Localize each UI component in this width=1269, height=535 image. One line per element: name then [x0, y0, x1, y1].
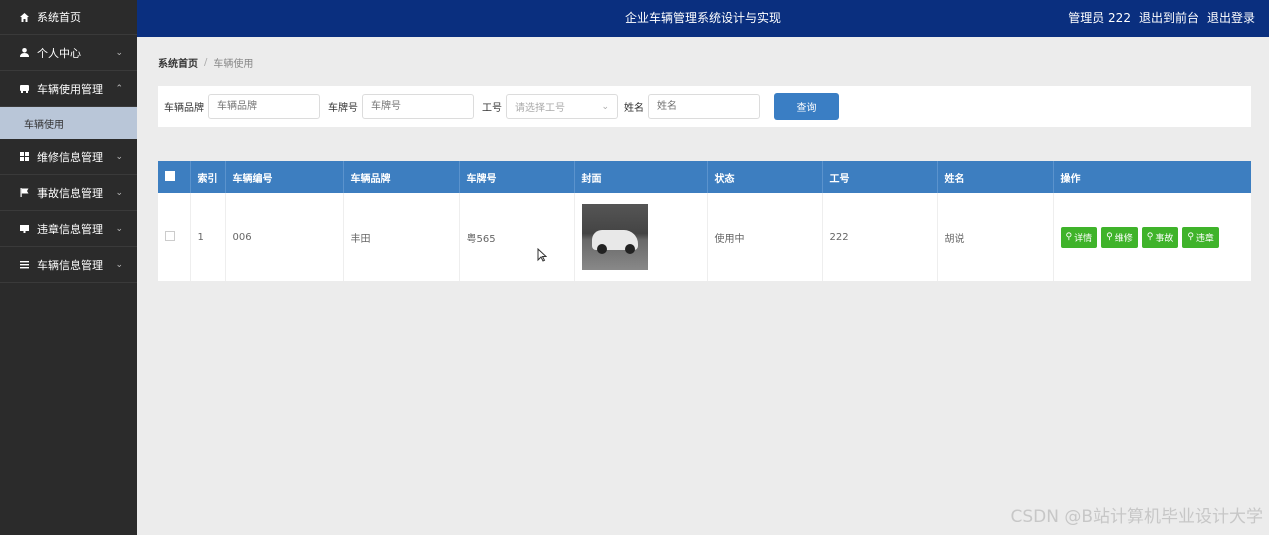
- column-header: 状态: [707, 161, 823, 193]
- top-header: 企业车辆管理系统设计与实现 管理员 222 退出到前台 退出登录: [137, 0, 1269, 37]
- cell-status: 使用中: [707, 193, 823, 281]
- chevron-down-icon: ⌄: [115, 151, 123, 162]
- violation-button[interactable]: ⚲ 违章: [1182, 226, 1219, 248]
- search-panel: 车辆品牌 车牌号 工号 请选择工号 ⌄ 姓名 查询: [158, 86, 1251, 127]
- sidebar-item-accident[interactable]: 事故信息管理 ⌄: [0, 175, 137, 211]
- search-icon: ⚲: [1187, 232, 1194, 242]
- search-button[interactable]: 查询: [774, 93, 839, 120]
- switch-frontend-link[interactable]: 退出到前台: [1139, 0, 1199, 37]
- search-icon: ⚲: [1106, 232, 1113, 242]
- sidebar-item-label: 系统首页: [37, 11, 81, 24]
- accident-button[interactable]: ⚲ 事故: [1141, 226, 1179, 248]
- chevron-down-icon: ⌄: [115, 259, 123, 270]
- cell-actions: ⚲ 详情 ⚲ 维修 ⚲ 事故 ⚲ 违章: [1053, 193, 1251, 281]
- home-icon: [18, 11, 30, 23]
- user-icon: [18, 47, 30, 59]
- row-select-cell: [158, 193, 191, 281]
- sidebar-item-label: 个人中心: [37, 46, 81, 60]
- select-all-cell: [158, 161, 191, 193]
- table-row: 1 006 丰田 粤565 使用中 222 胡说 ⚲详情 ⚲维修 ⚲事故: [158, 193, 1251, 281]
- detail-button[interactable]: ⚲ 详情: [1060, 226, 1098, 248]
- grid-icon: [18, 151, 30, 163]
- detail-button-label: 详情: [1074, 233, 1093, 244]
- name-label: 姓名: [624, 103, 644, 114]
- sidebar-item-home[interactable]: 系统首页: [0, 0, 137, 35]
- sidebar-item-violation[interactable]: 违章信息管理 ⌄: [0, 211, 137, 247]
- cell-plate: 粤565: [459, 193, 575, 281]
- job-select-placeholder: 请选择工号: [515, 103, 565, 114]
- chevron-down-icon: ⌄: [115, 47, 123, 58]
- sidebar-item-vehicle-info[interactable]: 车辆信息管理 ⌄: [0, 247, 137, 283]
- list-icon: [18, 259, 30, 271]
- breadcrumb-home[interactable]: 系统首页: [158, 55, 198, 70]
- search-icon: ⚲: [1065, 232, 1073, 242]
- job-label: 工号: [482, 103, 502, 114]
- name-input[interactable]: [648, 94, 760, 119]
- plate-label: 车牌号: [328, 103, 358, 114]
- row-checkbox[interactable]: [165, 230, 175, 241]
- car-icon: [18, 83, 30, 95]
- breadcrumb-current: 车辆使用: [213, 59, 254, 70]
- chevron-down-icon: ⌄: [115, 223, 123, 234]
- column-header: 工号: [822, 161, 938, 193]
- sidebar-item-label: 违章信息管理: [37, 222, 103, 236]
- current-user: 管理员 222: [1068, 11, 1131, 25]
- sidebar-item-label: 车辆信息管理: [37, 258, 103, 272]
- chevron-up-icon: ⌃: [115, 83, 123, 94]
- cell-job-no: 222: [822, 193, 938, 281]
- sidebar-item-label: 维修信息管理: [37, 150, 103, 164]
- sidebar-item-profile[interactable]: 个人中心 ⌄: [0, 35, 137, 71]
- search-icon: ⚲: [1146, 232, 1154, 242]
- card-icon: [18, 223, 30, 235]
- brand-input[interactable]: [208, 94, 320, 119]
- column-header: 车辆品牌: [343, 161, 460, 193]
- repair-button[interactable]: ⚲ 维修: [1101, 226, 1138, 248]
- logout-link[interactable]: 退出登录: [1207, 0, 1255, 37]
- sidebar: 系统首页 个人中心 ⌄ 车辆使用管理 ⌃ 车辆使用 维修信息管理 ⌄ 事故信息管…: [0, 0, 137, 535]
- cell-cover: [574, 193, 708, 281]
- column-header: 封面: [574, 161, 708, 193]
- sidebar-item-repair[interactable]: 维修信息管理 ⌄: [0, 139, 137, 175]
- table-header-row: 索引 车辆编号 车辆品牌 车牌号 封面 状态 工号 姓名 操作: [158, 161, 1251, 193]
- flag-icon: [18, 187, 30, 199]
- job-select[interactable]: 请选择工号 ⌄: [506, 94, 618, 119]
- vehicle-cover-image: [581, 204, 648, 270]
- repair-button-label: 维修: [1114, 233, 1133, 244]
- column-header: 姓名: [937, 161, 1054, 193]
- chevron-down-icon: ⌄: [601, 101, 609, 112]
- brand-label: 车辆品牌: [164, 103, 204, 114]
- column-header: 操作: [1060, 173, 1081, 185]
- sidebar-item-label: 车辆使用管理: [37, 82, 103, 96]
- chevron-down-icon: ⌄: [115, 187, 123, 198]
- sidebar-item-label: 事故信息管理: [37, 186, 103, 200]
- sidebar-item-vehicle-usage[interactable]: 车辆使用管理 ⌃: [0, 71, 137, 107]
- column-header: 索引: [190, 161, 226, 193]
- breadcrumb: 系统首页 / 车辆使用: [158, 55, 253, 70]
- sidebar-subitem-vehicle-use[interactable]: 车辆使用: [0, 107, 137, 139]
- cell-name: 胡说: [937, 193, 1054, 281]
- breadcrumb-separator: /: [204, 57, 208, 68]
- select-all-checkbox[interactable]: [165, 170, 175, 181]
- column-header: 车辆编号: [225, 161, 344, 193]
- cell-index: 1: [190, 193, 226, 281]
- cell-brand: 丰田: [343, 193, 460, 281]
- column-header: 车牌号: [459, 161, 575, 193]
- mouse-cursor-icon: [537, 247, 548, 265]
- watermark: CSDN @B站计算机毕业设计大学: [1010, 507, 1263, 527]
- data-table: 索引 车辆编号 车辆品牌 车牌号 封面 状态 工号 姓名 操作 1 006 丰田…: [158, 161, 1251, 281]
- cell-vehicle-no: 006: [225, 193, 344, 281]
- violation-button-label: 违章: [1195, 233, 1214, 244]
- plate-input[interactable]: [362, 94, 474, 119]
- accident-button-label: 事故: [1155, 233, 1174, 244]
